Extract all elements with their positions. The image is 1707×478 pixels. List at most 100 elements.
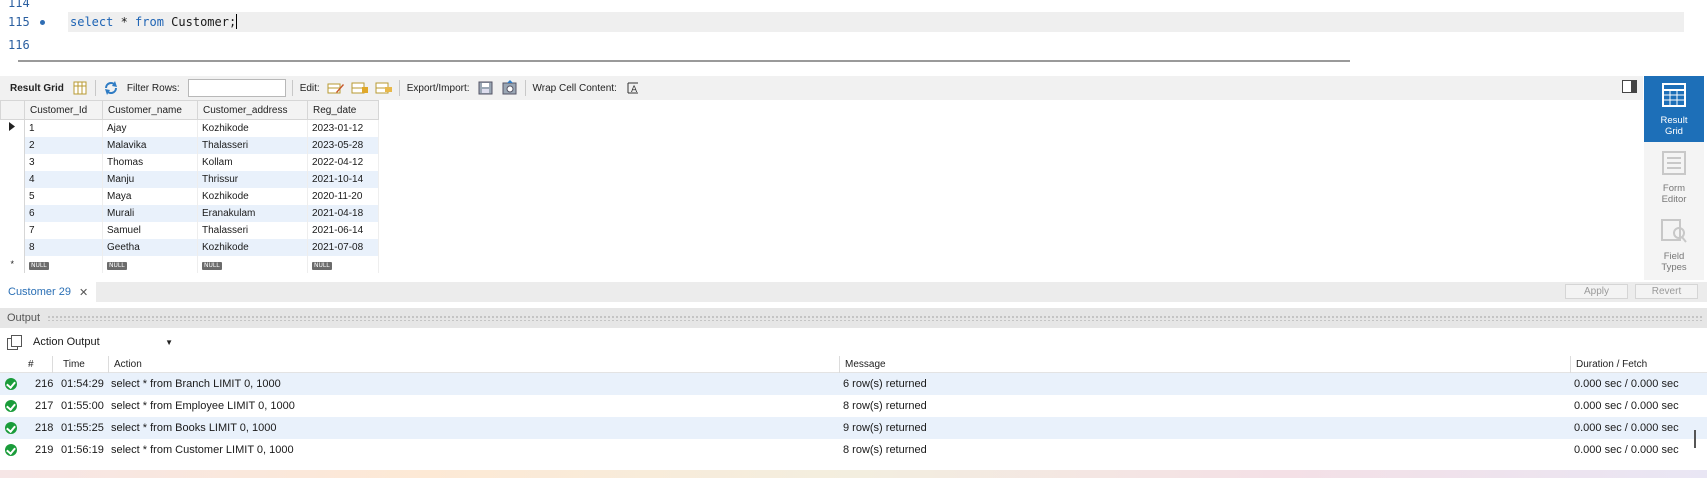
- cell[interactable]: 6: [24, 204, 103, 222]
- table-row[interactable]: 4 Manju Thrissur 2021-10-14: [0, 170, 379, 188]
- cell[interactable]: 5: [24, 187, 103, 205]
- row-header[interactable]: [0, 153, 25, 171]
- row-header[interactable]: [0, 187, 25, 205]
- table-row[interactable]: 1 Ajay Kozhikode 2023-01-12: [0, 119, 379, 137]
- close-icon[interactable]: ✕: [79, 286, 88, 299]
- result-grid-label: Result Grid: [10, 82, 64, 94]
- cell[interactable]: 2020-11-20: [307, 187, 379, 205]
- cell[interactable]: Kozhikode: [197, 238, 308, 256]
- filter-rows-input[interactable]: [187, 79, 286, 97]
- cell[interactable]: Manju: [102, 170, 198, 188]
- tab-customer-29[interactable]: Customer 29 ✕: [0, 282, 97, 302]
- cell[interactable]: 2023-01-12: [307, 119, 379, 137]
- wrap-text-icon[interactable]: A: [624, 80, 642, 96]
- row-header[interactable]: [0, 204, 25, 222]
- cell[interactable]: 4: [24, 170, 103, 188]
- cell[interactable]: NULL: [102, 255, 198, 273]
- revert-button[interactable]: Revert: [1635, 284, 1698, 299]
- column-header[interactable]: Reg_date: [307, 100, 379, 120]
- window-bottom-edge: [0, 470, 1707, 478]
- column-header[interactable]: Time: [63, 356, 85, 373]
- output-vertical-scrollbar[interactable]: [1694, 430, 1696, 448]
- row-header[interactable]: [0, 136, 25, 154]
- cell[interactable]: Murali: [102, 204, 198, 222]
- new-row[interactable]: * NULL NULL NULL NULL: [0, 255, 379, 273]
- copy-icon[interactable]: [7, 335, 22, 350]
- cell[interactable]: NULL: [24, 255, 103, 273]
- cell[interactable]: 2021-10-14: [307, 170, 379, 188]
- cell[interactable]: 2022-04-12: [307, 153, 379, 171]
- table-row[interactable]: 7 Samuel Thalasseri 2021-06-14: [0, 221, 379, 239]
- column-header[interactable]: Customer_address: [197, 100, 308, 120]
- column-header[interactable]: Duration / Fetch: [1576, 356, 1647, 373]
- cell[interactable]: NULL: [307, 255, 379, 273]
- panel-resize-grip[interactable]: [47, 315, 1703, 321]
- grid-layout-icon[interactable]: [71, 80, 89, 96]
- toggle-side-panel-icon[interactable]: [1622, 80, 1637, 93]
- editor-line[interactable]: 115 select * from Customer;: [0, 12, 1688, 32]
- cell[interactable]: Maya: [102, 187, 198, 205]
- table-row[interactable]: 6 Murali Eranakulam 2021-04-18: [0, 204, 379, 222]
- refresh-icon[interactable]: [102, 80, 120, 96]
- cell[interactable]: Thalasseri: [197, 221, 308, 239]
- success-check-icon: [5, 444, 17, 456]
- cell[interactable]: 2021-07-08: [307, 238, 379, 256]
- cell[interactable]: 1: [24, 119, 103, 137]
- result-grid[interactable]: Customer_Id Customer_name Customer_addre…: [0, 100, 379, 273]
- cell[interactable]: Ajay: [102, 119, 198, 137]
- cell[interactable]: 2021-06-14: [307, 221, 379, 239]
- cell[interactable]: 7: [24, 221, 103, 239]
- cell[interactable]: 8: [24, 238, 103, 256]
- cell[interactable]: NULL: [197, 255, 308, 273]
- export-icon[interactable]: [477, 80, 495, 96]
- edit-current-row-icon[interactable]: [327, 80, 345, 96]
- output-row[interactable]: 216 01:54:29 select * from Branch LIMIT …: [0, 373, 1707, 395]
- cell[interactable]: Kollam: [197, 153, 308, 171]
- cell[interactable]: Kozhikode: [197, 187, 308, 205]
- form-editor-view-button[interactable]: Form Editor: [1644, 146, 1704, 208]
- cell[interactable]: Thomas: [102, 153, 198, 171]
- cell[interactable]: Geetha: [102, 238, 198, 256]
- table-row[interactable]: 3 Thomas Kollam 2022-04-12: [0, 153, 379, 171]
- output-row[interactable]: 218 01:55:25 select * from Books LIMIT 0…: [0, 417, 1707, 439]
- output-type-select[interactable]: Action Output ▼: [31, 333, 176, 351]
- null-value: NULL: [107, 261, 127, 270]
- import-icon[interactable]: [501, 80, 519, 96]
- editor-horizontal-scrollbar[interactable]: [18, 60, 1350, 62]
- output-row[interactable]: 219 01:56:19 select * from Customer LIMI…: [0, 439, 1707, 461]
- action-text: select * from Branch LIMIT 0, 1000: [111, 378, 281, 390]
- field-types-view-button[interactable]: Field Types: [1644, 214, 1704, 276]
- sql-statement[interactable]: select * from Customer;: [70, 12, 238, 32]
- table-row[interactable]: 8 Geetha Kozhikode 2021-07-08: [0, 238, 379, 256]
- cell[interactable]: Thrissur: [197, 170, 308, 188]
- row-header[interactable]: [0, 238, 25, 256]
- sql-keyword: select: [70, 15, 114, 29]
- cell[interactable]: 2023-05-28: [307, 136, 379, 154]
- cell[interactable]: 2021-04-18: [307, 204, 379, 222]
- table-row[interactable]: 2 Malavika Thalasseri 2023-05-28: [0, 136, 379, 154]
- sql-editor[interactable]: 114 115 select * from Customer; 116: [0, 0, 1688, 56]
- cell[interactable]: Kozhikode: [197, 119, 308, 137]
- result-grid-view-button[interactable]: Result Grid: [1644, 76, 1704, 142]
- action-output-table: # Time Action Message Duration / Fetch 2…: [0, 356, 1707, 461]
- column-header[interactable]: Customer_name: [102, 100, 198, 120]
- cell[interactable]: 2: [24, 136, 103, 154]
- column-header[interactable]: Customer_Id: [24, 100, 103, 120]
- column-header[interactable]: Message: [845, 356, 886, 373]
- cell[interactable]: Malavika: [102, 136, 198, 154]
- cell[interactable]: Thalasseri: [197, 136, 308, 154]
- output-row[interactable]: 217 01:55:00 select * from Employee LIMI…: [0, 395, 1707, 417]
- cell[interactable]: 3: [24, 153, 103, 171]
- apply-button[interactable]: Apply: [1565, 284, 1628, 299]
- current-row-indicator-icon[interactable]: [0, 119, 25, 137]
- sql-text: Customer;: [163, 15, 237, 29]
- row-header[interactable]: [0, 170, 25, 188]
- cell[interactable]: Samuel: [102, 221, 198, 239]
- row-header[interactable]: [0, 221, 25, 239]
- table-row[interactable]: 5 Maya Kozhikode 2020-11-20: [0, 187, 379, 205]
- delete-row-icon[interactable]: [375, 80, 393, 96]
- column-header[interactable]: Action: [114, 356, 142, 373]
- cell[interactable]: Eranakulam: [197, 204, 308, 222]
- column-header[interactable]: #: [28, 356, 34, 373]
- insert-row-icon[interactable]: [351, 80, 369, 96]
